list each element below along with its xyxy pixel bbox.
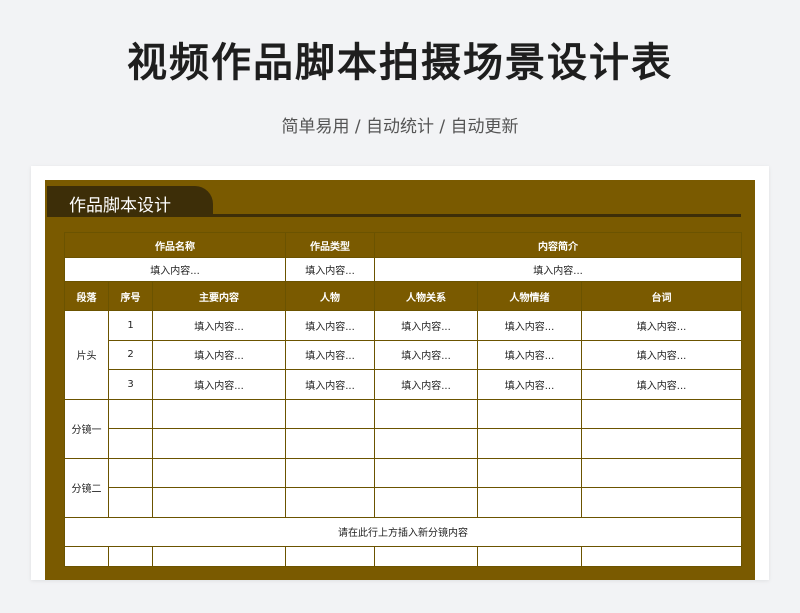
row-number: 1: [108, 310, 153, 341]
cell-relation[interactable]: 填入内容...: [374, 339, 479, 370]
segment-shot-1: 分镜一: [64, 398, 109, 459]
table-row: [65, 487, 743, 518]
cell-content[interactable]: [151, 457, 287, 488]
info-header-summary: 内容简介: [374, 232, 743, 258]
table-row: 3 填入内容... 填入内容... 填入内容... 填入内容... 填入内容..…: [65, 369, 743, 400]
cell-lines[interactable]: [581, 428, 743, 459]
cell-emotion[interactable]: [477, 545, 583, 567]
cell-content[interactable]: [151, 398, 287, 429]
col-header-character: 人物: [285, 281, 376, 311]
cell-character[interactable]: [285, 545, 376, 567]
cell-lines[interactable]: 填入内容...: [581, 310, 743, 341]
cell-character[interactable]: 填入内容...: [285, 369, 376, 400]
info-header-type: 作品类型: [285, 232, 376, 258]
cell-character[interactable]: 填入内容...: [285, 310, 376, 341]
row-number[interactable]: [108, 457, 153, 488]
cell-relation[interactable]: [374, 457, 479, 488]
cell-content[interactable]: [151, 487, 287, 518]
cell-relation[interactable]: 填入内容...: [374, 310, 479, 341]
segment-shot-2: 分镜二: [64, 457, 109, 518]
cell-character[interactable]: [285, 487, 376, 518]
page-title: 视频作品脚本拍摄场景设计表: [127, 40, 673, 86]
cell-content[interactable]: [151, 545, 287, 567]
cell-emotion[interactable]: [477, 487, 583, 518]
table-row: [65, 428, 743, 459]
cell-content[interactable]: 填入内容...: [151, 369, 287, 400]
info-value-summary[interactable]: 填入内容...: [374, 257, 743, 282]
cell-relation[interactable]: [374, 487, 479, 518]
cell-emotion[interactable]: [477, 428, 583, 459]
col-header-segment: 段落: [64, 281, 109, 311]
cell-lines[interactable]: [581, 398, 743, 429]
cell-lines[interactable]: [581, 545, 743, 567]
row-number: 2: [108, 339, 153, 370]
cell-content[interactable]: 填入内容...: [151, 339, 287, 370]
cell-emotion[interactable]: 填入内容...: [477, 369, 583, 400]
table-row: [64, 545, 743, 567]
cell-content[interactable]: 填入内容...: [151, 310, 287, 341]
column-header-row: 段落 序号 主要内容 人物 人物关系 人物情绪 台词: [64, 281, 743, 311]
insert-note: 请在此行上方插入新分镜内容: [63, 516, 743, 547]
script-table: 作品名称 作品类型 内容简介 填入内容... 填入内容... 填入内容... 段…: [63, 232, 743, 567]
row-number: 3: [108, 369, 153, 400]
row-number[interactable]: [108, 398, 153, 429]
row-number[interactable]: [108, 545, 153, 567]
col-header-lines: 台词: [581, 281, 743, 311]
cell-character[interactable]: [285, 428, 376, 459]
cell-lines[interactable]: 填入内容...: [581, 369, 743, 400]
table-row: 分镜一: [64, 398, 743, 459]
cell-lines[interactable]: 填入内容...: [581, 339, 743, 370]
table-row: 2 填入内容... 填入内容... 填入内容... 填入内容... 填入内容..…: [65, 339, 743, 370]
cell-lines[interactable]: [581, 457, 743, 488]
info-value-name[interactable]: 填入内容...: [63, 257, 287, 282]
cell-content[interactable]: [151, 428, 287, 459]
segment-intro: 片头: [64, 310, 109, 400]
col-header-content: 主要内容: [151, 281, 287, 311]
cell-relation[interactable]: 填入内容...: [374, 369, 479, 400]
info-header-name: 作品名称: [63, 232, 287, 258]
cell-character[interactable]: [285, 398, 376, 429]
cell-relation[interactable]: [374, 545, 479, 567]
tab-divider: [47, 214, 741, 217]
col-header-emotion: 人物情绪: [477, 281, 583, 311]
cell-segment[interactable]: [64, 545, 109, 567]
cell-character[interactable]: 填入内容...: [285, 339, 376, 370]
page-subtitle: 简单易用 / 自动统计 / 自动更新: [281, 117, 519, 137]
cell-relation[interactable]: [374, 398, 479, 429]
cell-character[interactable]: [285, 457, 376, 488]
cell-emotion[interactable]: 填入内容...: [477, 339, 583, 370]
cell-relation[interactable]: [374, 428, 479, 459]
sheet-tab[interactable]: 作品脚本设计: [47, 186, 213, 216]
cell-emotion[interactable]: 填入内容...: [477, 310, 583, 341]
cell-emotion[interactable]: [477, 457, 583, 488]
col-header-relation: 人物关系: [374, 281, 479, 311]
sheet-card: 作品脚本设计 作品名称 作品类型 内容简介 填入内容... 填入内容... 填入…: [31, 166, 769, 580]
table-row: 分镜二: [64, 457, 743, 518]
col-header-number: 序号: [108, 281, 153, 311]
row-number[interactable]: [108, 428, 153, 459]
info-header-row: 作品名称 作品类型 内容简介: [63, 232, 743, 258]
cell-lines[interactable]: [581, 487, 743, 518]
insert-note-row: 请在此行上方插入新分镜内容: [63, 516, 743, 547]
info-value-type[interactable]: 填入内容...: [285, 257, 376, 282]
cell-emotion[interactable]: [477, 398, 583, 429]
table-row: 片头 1 填入内容... 填入内容... 填入内容... 填入内容... 填入内…: [64, 310, 743, 400]
row-number[interactable]: [108, 487, 153, 518]
info-value-row: 填入内容... 填入内容... 填入内容...: [63, 257, 743, 282]
